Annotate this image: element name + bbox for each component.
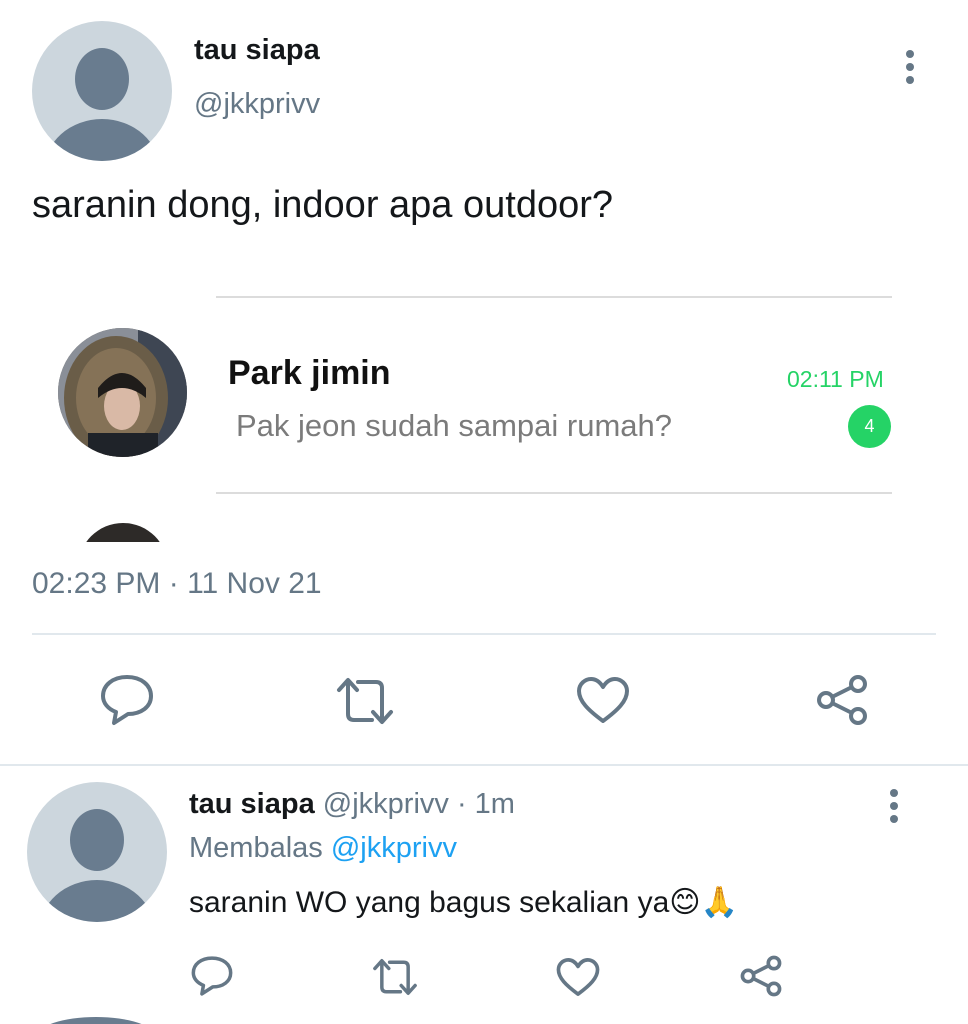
chat-divider-bottom <box>216 492 892 494</box>
reply-share-icon[interactable] <box>740 955 782 997</box>
reply-text: saranin WO yang bagus sekalian ya😊🙏 <box>189 886 738 919</box>
attached-image[interactable]: Park jimin Pak jeon sudah sampai rumah? … <box>32 280 936 542</box>
reply-author-meta[interactable]: @jkkprivv · 1m <box>323 788 515 820</box>
chat-contact-name: Park jimin <box>228 354 391 392</box>
reply-author-avatar[interactable] <box>27 782 167 922</box>
replying-to-prefix: Membalas <box>189 832 323 864</box>
reply-header: tau siapa @jkkprivv · 1m <box>189 788 515 821</box>
next-item-avatar <box>36 1017 156 1024</box>
like-icon[interactable] <box>576 676 630 724</box>
reply-like-icon[interactable] <box>556 957 600 997</box>
author-handle[interactable]: @jkkprivv <box>194 88 320 121</box>
chat-contact-avatar <box>58 328 187 457</box>
reply-author-display-name[interactable]: tau siapa <box>189 788 315 820</box>
replying-to-handle[interactable]: @jkkprivv <box>331 832 457 864</box>
chat-next-avatar <box>78 523 168 542</box>
chat-time: 02:11 PM <box>787 366 884 392</box>
reply-icon[interactable] <box>100 674 154 726</box>
reply-more-options-icon[interactable] <box>890 789 900 828</box>
author-avatar[interactable] <box>32 21 172 161</box>
reply-reply-icon[interactable] <box>191 955 233 997</box>
thread-divider <box>0 764 968 766</box>
share-icon[interactable] <box>816 674 868 726</box>
author-display-name[interactable]: tau siapa <box>194 34 320 67</box>
retweet-icon[interactable] <box>334 676 396 726</box>
tweet-timestamp: 02:23 PM · 11 Nov 21 <box>32 567 322 600</box>
chat-divider-top <box>216 296 892 298</box>
unread-count-badge: 4 <box>848 405 891 448</box>
more-options-icon[interactable] <box>906 50 916 89</box>
reply-retweet-icon[interactable] <box>371 957 419 997</box>
replying-to: Membalas @jkkprivv <box>189 832 457 865</box>
tweet-text: saranin dong, indoor apa outdoor? <box>32 184 614 226</box>
timestamp-divider <box>32 633 936 635</box>
chat-last-message: Pak jeon sudah sampai rumah? <box>236 408 672 443</box>
